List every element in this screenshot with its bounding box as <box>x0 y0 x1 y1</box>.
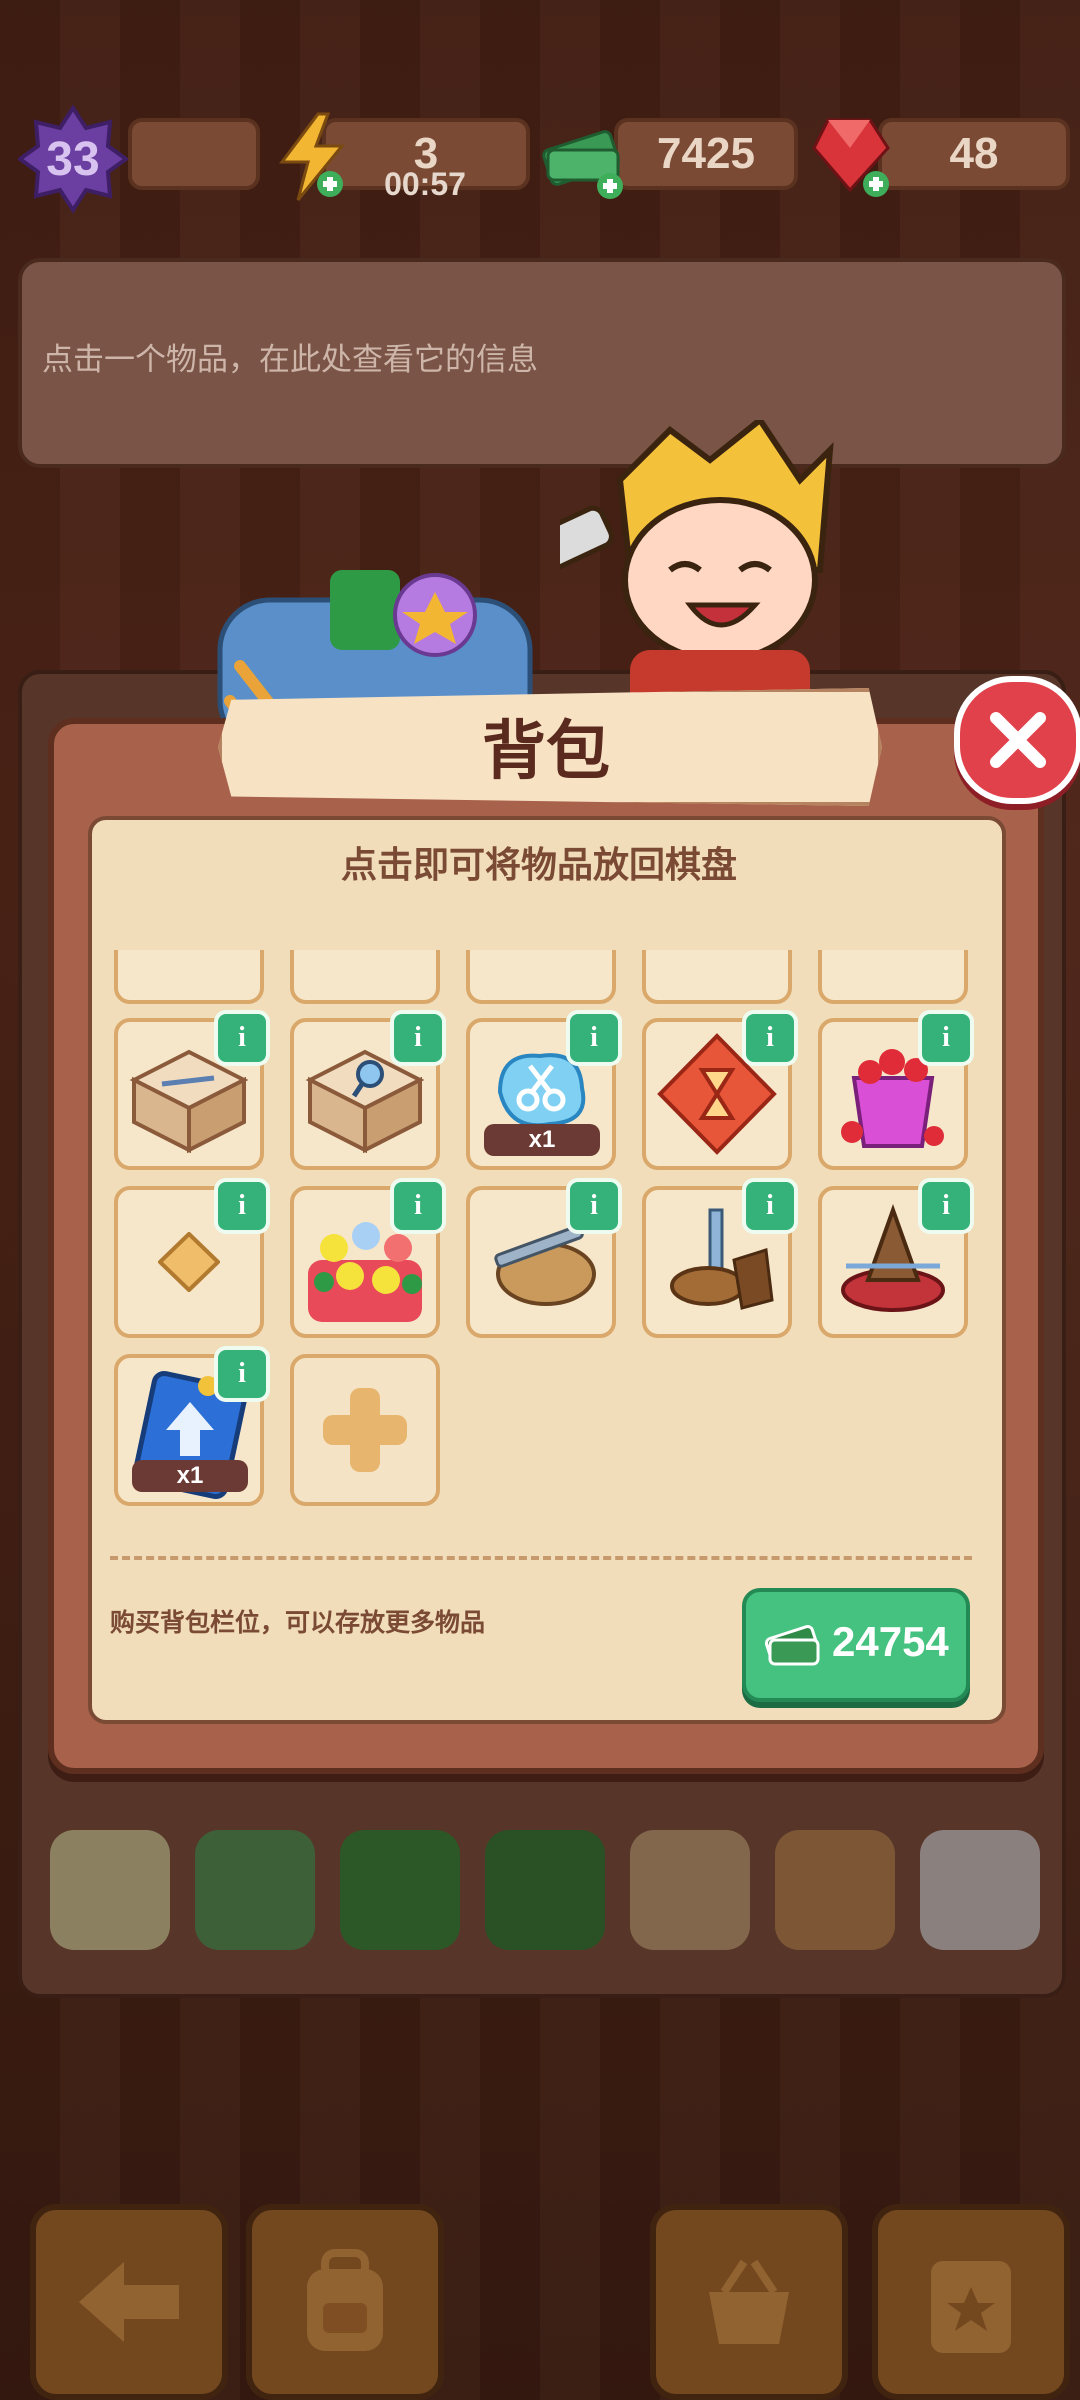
backpack-slot[interactable]: i <box>290 1178 446 1338</box>
buy-slot-button[interactable]: 24754 <box>742 1588 970 1702</box>
backpack-slot-partial[interactable] <box>642 950 792 1004</box>
xp-bar <box>128 118 260 190</box>
info-icon[interactable]: i <box>390 1010 446 1066</box>
buy-slot-description: 购买背包栏位，可以存放更多物品 <box>110 1608 486 1637</box>
backpack-slot[interactable]: i <box>818 1178 974 1338</box>
backpack-slot[interactable]: i <box>466 1178 622 1338</box>
modal-title: 背包 <box>482 715 610 789</box>
backpack-slot[interactable]: i <box>290 1010 446 1170</box>
info-icon[interactable]: i <box>918 1010 974 1066</box>
cash-pill[interactable]: 7425 <box>614 118 798 190</box>
top-hud: 33 3 00:57 7425 48 <box>0 104 1080 214</box>
gems-pill[interactable]: 48 <box>878 118 1070 190</box>
info-icon[interactable]: i <box>214 1178 270 1234</box>
info-icon[interactable]: i <box>214 1010 270 1066</box>
quantity-badge: x1 <box>484 1124 600 1156</box>
backpack-slot-partial[interactable] <box>114 950 264 1004</box>
backpack-slot[interactable]: i <box>642 1010 798 1170</box>
plus-icon <box>323 1388 407 1472</box>
info-icon[interactable]: i <box>918 1178 974 1234</box>
level-number: 33 <box>46 133 100 186</box>
backpack-slot[interactable]: i <box>818 1010 974 1170</box>
info-hint-text: 点击一个物品，在此处查看它的信息 <box>42 342 538 378</box>
modal-subtitle: 点击即可将物品放回棋盘 <box>340 845 737 886</box>
backpack-slot-partial[interactable] <box>466 950 616 1004</box>
buy-price: 24754 <box>832 1618 949 1665</box>
info-icon[interactable]: i <box>742 1178 798 1234</box>
backpack-slot[interactable]: i <box>114 1010 270 1170</box>
cash-stack-icon <box>542 130 623 199</box>
backpack-slot[interactable]: i <box>114 1178 270 1338</box>
close-icon <box>990 712 1046 768</box>
quantity-badge: x1 <box>132 1460 248 1492</box>
info-icon[interactable]: i <box>390 1178 446 1234</box>
add-slot-button[interactable] <box>290 1354 440 1506</box>
info-icon[interactable]: i <box>566 1178 622 1234</box>
backpack-slot[interactable]: i <box>642 1178 798 1338</box>
backpack-slot-partial[interactable] <box>290 950 440 1004</box>
info-icon[interactable]: i <box>742 1010 798 1066</box>
energy-timer: 00:57 <box>384 166 466 202</box>
lightning-icon <box>279 112 346 201</box>
cash-stack-icon <box>764 1625 820 1666</box>
cash-amount: 7425 <box>657 129 755 178</box>
info-icon[interactable]: i <box>566 1010 622 1066</box>
gems-amount: 48 <box>949 129 999 178</box>
backpack-slot-partial[interactable] <box>818 950 968 1004</box>
backpack-item-grid: i i i x1 i i i i i i i i x1 <box>110 950 990 1510</box>
character-mascot <box>560 420 834 720</box>
info-icon[interactable]: i <box>214 1346 270 1402</box>
backpack-slot[interactable]: i x1 <box>466 1010 622 1170</box>
divider <box>110 1556 972 1560</box>
backpack-slot[interactable]: i x1 <box>114 1346 270 1506</box>
ruby-gem-icon <box>812 118 890 197</box>
close-button[interactable] <box>954 676 1080 804</box>
item-info-panel: 点击一个物品，在此处查看它的信息 <box>18 258 1066 468</box>
